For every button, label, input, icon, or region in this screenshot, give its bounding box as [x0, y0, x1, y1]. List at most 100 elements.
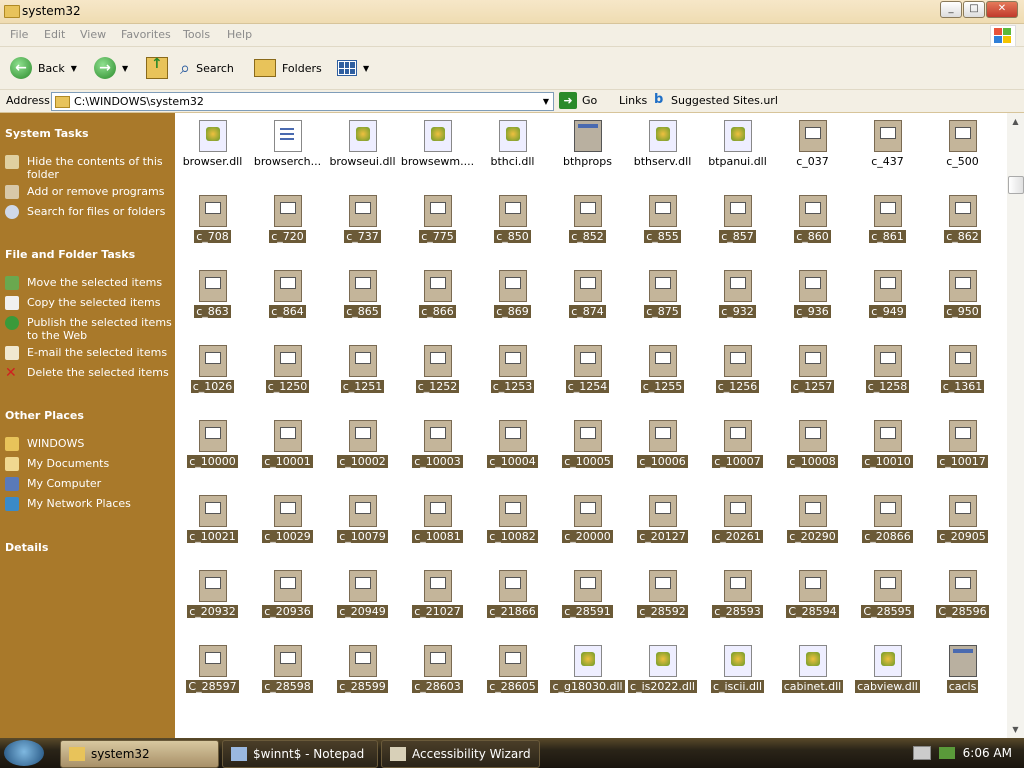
file-item[interactable]: c_20866 — [850, 490, 925, 565]
scroll-thumb[interactable] — [1008, 176, 1024, 194]
file-item[interactable]: c_875 — [625, 265, 700, 340]
file-item[interactable]: c_10006 — [625, 415, 700, 490]
file-item[interactable]: C_28595 — [850, 565, 925, 640]
file-item[interactable]: c_10079 — [325, 490, 400, 565]
file-item[interactable]: c_865 — [325, 265, 400, 340]
file-item[interactable]: c_1258 — [850, 340, 925, 415]
file-item[interactable]: c_1255 — [625, 340, 700, 415]
file-item[interactable]: c_28593 — [700, 565, 775, 640]
file-item[interactable]: c_852 — [550, 190, 625, 265]
menu-favorites[interactable]: Favorites — [121, 28, 171, 41]
file-item[interactable]: c_737 — [325, 190, 400, 265]
add-remove-programs-link[interactable]: Add or remove programs — [5, 185, 173, 199]
file-item[interactable]: c_857 — [700, 190, 775, 265]
file-item[interactable]: browser.dll — [175, 115, 250, 190]
menu-tools[interactable]: Tools — [183, 28, 210, 41]
keyboard-icon[interactable] — [912, 746, 931, 760]
file-item[interactable]: bthserv.dll — [625, 115, 700, 190]
file-item[interactable]: c_936 — [775, 265, 850, 340]
move-items-link[interactable]: Move the selected items — [5, 276, 173, 290]
file-item[interactable]: c_10021 — [175, 490, 250, 565]
maximize-button[interactable]: □ — [963, 1, 985, 18]
start-button[interactable] — [4, 740, 44, 766]
file-item[interactable]: c_1361 — [925, 340, 1000, 415]
file-item[interactable]: c_1254 — [550, 340, 625, 415]
file-item[interactable]: c_10081 — [400, 490, 475, 565]
file-item[interactable]: c_20936 — [250, 565, 325, 640]
go-button[interactable]: ➜ Go — [559, 92, 597, 109]
file-item[interactable]: c_863 — [175, 265, 250, 340]
up-folder-button[interactable]: ↑ — [146, 55, 168, 81]
file-item[interactable]: c_874 — [550, 265, 625, 340]
links-label[interactable]: Links — [619, 94, 647, 107]
file-item[interactable]: c_775 — [400, 190, 475, 265]
other-places-heading[interactable]: Other Places — [5, 409, 84, 422]
menu-edit[interactable]: Edit — [44, 28, 65, 41]
chevron-down-icon[interactable]: ▼ — [71, 64, 77, 73]
file-item[interactable]: c_20290 — [775, 490, 850, 565]
menu-file[interactable]: File — [10, 28, 28, 41]
views-button[interactable]: ▼ — [337, 55, 369, 81]
file-item[interactable]: c_20000 — [550, 490, 625, 565]
file-item[interactable]: c_850 — [475, 190, 550, 265]
file-item[interactable]: c_21866 — [475, 565, 550, 640]
file-item[interactable]: c_10082 — [475, 490, 550, 565]
file-item[interactable]: c_869 — [475, 265, 550, 340]
file-item[interactable]: c_10008 — [775, 415, 850, 490]
file-item[interactable]: c_1251 — [325, 340, 400, 415]
folders-button[interactable]: Folders — [254, 55, 322, 81]
file-item[interactable]: c_20261 — [700, 490, 775, 565]
file-item[interactable]: c_1252 — [400, 340, 475, 415]
file-item[interactable]: c_862 — [925, 190, 1000, 265]
file-item[interactable]: c_10017 — [925, 415, 1000, 490]
file-item[interactable]: c_28605 — [475, 640, 550, 715]
place-my-computer-link[interactable]: My Computer — [5, 477, 173, 491]
file-item[interactable]: bthci.dll — [475, 115, 550, 190]
file-item[interactable]: c_932 — [700, 265, 775, 340]
file-item[interactable]: cabinet.dll — [775, 640, 850, 715]
address-input[interactable]: C:\WINDOWS\system32 ▼ — [51, 92, 554, 111]
file-folder-tasks-heading[interactable]: File and Folder Tasks — [5, 248, 135, 261]
file-item[interactable]: c_1026 — [175, 340, 250, 415]
clock[interactable]: 6:06 AM — [963, 746, 1012, 760]
file-item[interactable]: c_866 — [400, 265, 475, 340]
file-item[interactable]: c_10001 — [250, 415, 325, 490]
place-my-network-link[interactable]: My Network Places — [5, 497, 173, 511]
copy-items-link[interactable]: Copy the selected items — [5, 296, 173, 310]
file-item[interactable]: C_28597 — [175, 640, 250, 715]
file-item[interactable]: c_10010 — [850, 415, 925, 490]
file-item[interactable]: c_28599 — [325, 640, 400, 715]
search-button[interactable]: ⌕ Search — [180, 55, 234, 81]
file-item[interactable]: c_is2022.dll — [625, 640, 700, 715]
taskbar-item-notepad[interactable]: $winnt$ - Notepad — [222, 740, 378, 768]
file-item[interactable]: c_21027 — [400, 565, 475, 640]
file-item[interactable]: c_20905 — [925, 490, 1000, 565]
details-heading[interactable]: Details — [5, 541, 48, 554]
file-item[interactable]: browsewm.... — [400, 115, 475, 190]
file-item[interactable]: c_10000 — [175, 415, 250, 490]
file-item[interactable]: c_10007 — [700, 415, 775, 490]
taskbar-item-accessibility-wizard[interactable]: Accessibility Wizard — [381, 740, 540, 768]
taskbar-item-system32[interactable]: system32 — [60, 740, 219, 768]
close-button[interactable]: ✕ — [986, 1, 1018, 18]
file-item[interactable]: c_28603 — [400, 640, 475, 715]
file-item[interactable]: c_g18030.dll — [550, 640, 625, 715]
file-item[interactable]: c_855 — [625, 190, 700, 265]
system-tasks-heading[interactable]: System Tasks — [5, 127, 89, 140]
file-item[interactable]: c_20949 — [325, 565, 400, 640]
file-item[interactable]: c_1250 — [250, 340, 325, 415]
network-icon[interactable] — [938, 747, 955, 759]
file-item[interactable]: browserch... — [250, 115, 325, 190]
publish-items-link[interactable]: Publish the selected items to the Web — [5, 316, 173, 342]
file-item[interactable]: c_950 — [925, 265, 1000, 340]
place-my-documents-link[interactable]: My Documents — [5, 457, 173, 471]
file-item[interactable]: c_28592 — [625, 565, 700, 640]
minimize-button[interactable]: _ — [940, 1, 962, 18]
file-item[interactable]: c_437 — [850, 115, 925, 190]
email-items-link[interactable]: E-mail the selected items — [5, 346, 173, 360]
file-item[interactable]: c_10029 — [250, 490, 325, 565]
scroll-up-icon[interactable]: ▲ — [1007, 113, 1024, 130]
file-item[interactable]: c_10004 — [475, 415, 550, 490]
delete-items-link[interactable]: ✕ Delete the selected items — [5, 366, 173, 380]
scroll-down-icon[interactable]: ▼ — [1007, 721, 1024, 738]
